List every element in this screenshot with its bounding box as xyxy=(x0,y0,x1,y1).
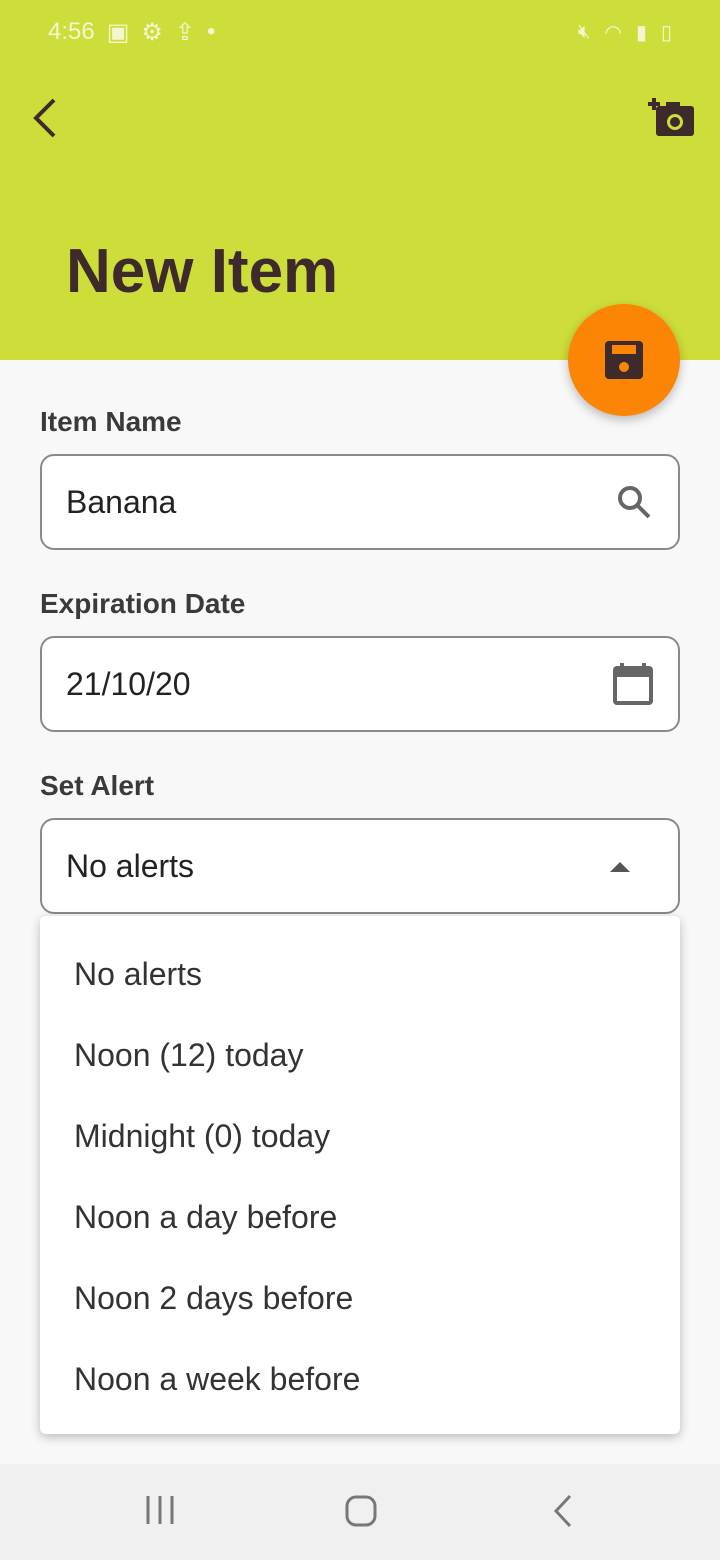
alert-option[interactable]: Midnight (0) today xyxy=(40,1096,680,1177)
system-nav-bar xyxy=(0,1464,720,1560)
save-icon xyxy=(605,341,643,379)
home-button[interactable] xyxy=(344,1494,378,1533)
recent-apps-button[interactable] xyxy=(144,1494,176,1531)
alert-option[interactable]: Noon a day before xyxy=(40,1177,680,1258)
alert-dropdown[interactable]: No alerts xyxy=(40,818,680,914)
alert-selected-value: No alerts xyxy=(66,847,195,884)
page-title: New Item xyxy=(66,237,339,306)
item-name-label: Item Name xyxy=(40,406,182,437)
wifi-icon: ◠ xyxy=(604,21,622,44)
expiration-date-input[interactable]: 21/10/20 xyxy=(40,636,680,732)
alert-option[interactable]: No alerts xyxy=(40,934,680,1015)
expiration-date-label: Expiration Date xyxy=(40,588,246,619)
signal-icon: ▮ xyxy=(635,21,647,44)
caret-up-icon xyxy=(610,862,630,872)
save-button[interactable] xyxy=(568,304,680,416)
system-back-button[interactable] xyxy=(550,1494,574,1533)
clock: 4:56 xyxy=(48,18,95,45)
image-icon: ▣ xyxy=(106,18,130,46)
home-icon xyxy=(345,1495,377,1527)
alert-option[interactable]: Noon a week before xyxy=(40,1339,680,1420)
alert-option[interactable]: Noon (12) today xyxy=(40,1015,680,1096)
alert-options-menu: No alerts Noon (12) today Midnight (0) t… xyxy=(40,916,680,1434)
recent-apps-icon xyxy=(146,1496,174,1524)
expiration-date-value: 21/10/20 xyxy=(66,665,191,702)
battery-icon: ▯ xyxy=(660,21,672,44)
item-name-input[interactable]: Banana xyxy=(40,454,680,550)
dot-icon: • xyxy=(207,18,216,45)
calendar-icon[interactable] xyxy=(612,662,654,706)
item-name-value: Banana xyxy=(66,483,177,520)
add-photo-icon[interactable] xyxy=(646,96,696,140)
mute-icon: 🔇︎ xyxy=(577,20,591,43)
search-icon[interactable] xyxy=(614,482,654,522)
gear-icon: ⚙ xyxy=(141,18,163,46)
back-arrow-icon[interactable] xyxy=(28,96,68,140)
upload-icon: ⇪ xyxy=(174,18,196,46)
status-bar: 4:56 ▣ ⚙ ⇪ • 🔇︎ ◠ ▮ ▯ xyxy=(48,16,672,48)
back-icon xyxy=(553,1494,572,1528)
set-alert-label: Set Alert xyxy=(40,770,155,801)
alert-option[interactable]: Noon 2 days before xyxy=(40,1258,680,1339)
